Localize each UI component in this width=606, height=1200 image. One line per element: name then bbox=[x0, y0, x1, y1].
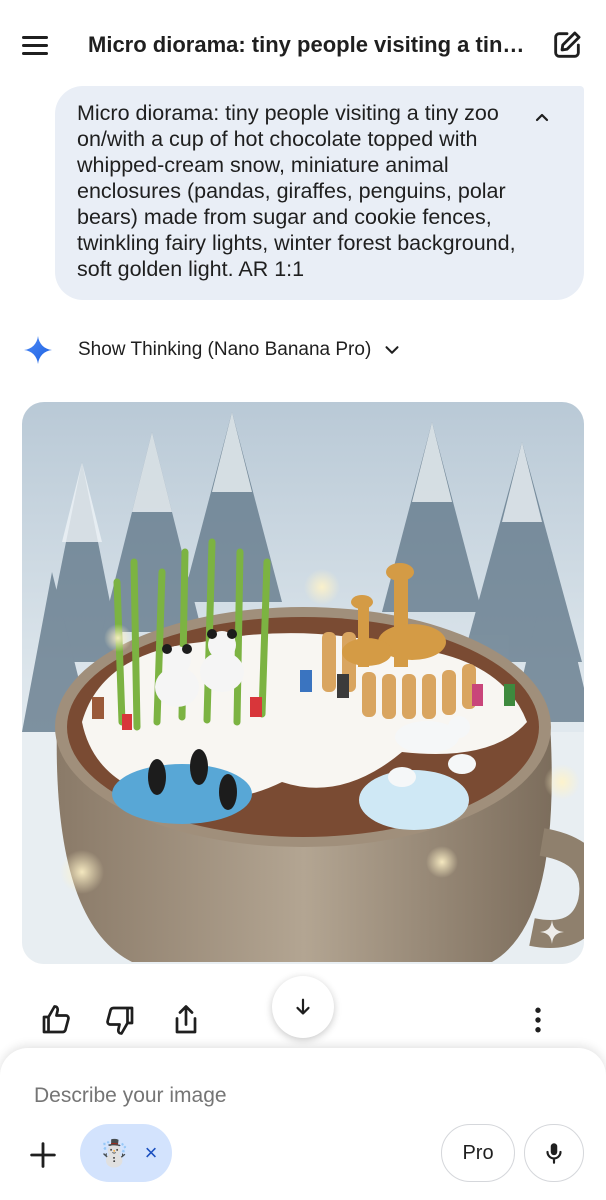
conversation-title: Micro diorama: tiny people visiting a ti… bbox=[88, 32, 528, 57]
prompt-input[interactable] bbox=[34, 1078, 554, 1114]
gemini-sparkle-icon bbox=[24, 336, 52, 364]
show-thinking-label: Show Thinking (Nano Banana Pro) bbox=[78, 339, 372, 360]
chevron-up-icon[interactable] bbox=[530, 106, 554, 130]
prompt-composer: ☃️ × Pro bbox=[0, 1048, 606, 1200]
user-prompt-bubble: Micro diorama: tiny people visiting a ti… bbox=[55, 86, 584, 300]
scroll-to-bottom-button[interactable] bbox=[272, 976, 334, 1038]
share-icon[interactable] bbox=[168, 1002, 204, 1038]
user-prompt-text: Micro diorama: tiny people visiting a ti… bbox=[77, 101, 516, 281]
microphone-icon bbox=[546, 1143, 562, 1164]
generated-image[interactable] bbox=[22, 402, 584, 964]
attachment-chip[interactable]: ☃️ × bbox=[80, 1124, 172, 1182]
thumbs-up-icon[interactable] bbox=[38, 1002, 74, 1038]
arrow-down-icon bbox=[296, 998, 310, 1015]
top-app-bar: Micro diorama: tiny people visiting a ti… bbox=[0, 0, 606, 90]
remove-attachment-icon[interactable]: × bbox=[138, 1140, 164, 1166]
model-pro-button[interactable]: Pro bbox=[441, 1124, 515, 1182]
menu-icon[interactable] bbox=[22, 30, 56, 60]
snowman-icon: ☃️ bbox=[98, 1138, 131, 1168]
more-options-icon[interactable] bbox=[520, 1002, 556, 1038]
show-thinking-toggle[interactable]: Show Thinking (Nano Banana Pro) bbox=[22, 332, 442, 368]
microphone-button[interactable] bbox=[524, 1124, 584, 1182]
thumbs-down-icon[interactable] bbox=[102, 1002, 138, 1038]
new-chat-edit-icon[interactable] bbox=[550, 28, 584, 62]
chevron-down-icon bbox=[385, 346, 399, 354]
add-attachment-icon[interactable] bbox=[26, 1138, 60, 1172]
